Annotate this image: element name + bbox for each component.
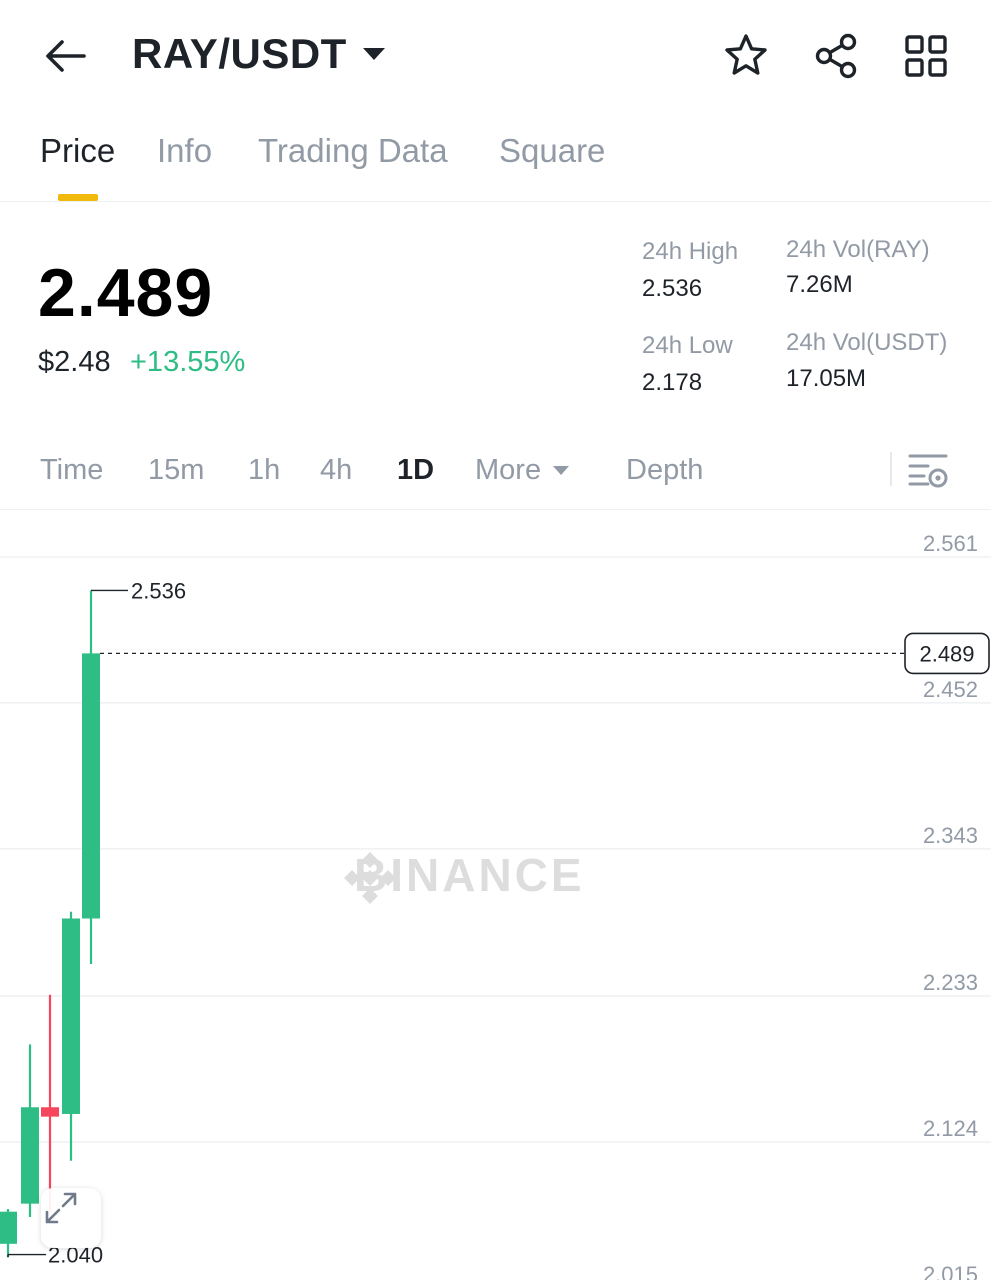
max-price-label: 2.536 — [131, 578, 186, 603]
y-tick-label: 2.343 — [923, 823, 978, 848]
interval-4h[interactable]: 4h — [320, 454, 352, 487]
interval-bar: Time 15m 1h 4h 1D More Depth — [0, 440, 991, 510]
candle-body — [21, 1107, 39, 1204]
vol-base-value: 7.26M — [786, 271, 853, 298]
top-bar: RAY/USDT — [0, 0, 991, 110]
dropdown-caret-icon — [362, 48, 385, 60]
y-tick-label: 2.452 — [923, 677, 978, 702]
high-label: 24h High — [642, 238, 739, 265]
candle-body — [82, 653, 100, 919]
pair-selector[interactable]: RAY/USDT — [132, 30, 385, 78]
price-usd: $2.48 — [38, 346, 111, 378]
y-tick-label: 2.124 — [923, 1116, 978, 1141]
favorite-button[interactable] — [720, 30, 772, 82]
y-tick-label: 2.561 — [923, 531, 978, 556]
chart-settings-icon — [908, 454, 948, 488]
section-tabs: Price Info Trading Data Square — [0, 120, 991, 202]
vol-base-label: 24h Vol(RAY) — [786, 236, 930, 263]
binance-watermark: BINANCE — [340, 848, 585, 904]
depth-tab[interactable]: Depth — [626, 454, 703, 487]
y-tick-label: 2.233 — [923, 970, 978, 995]
candle-body — [0, 1211, 17, 1244]
divider — [890, 452, 892, 486]
interval-more-label: More — [475, 454, 542, 486]
interval-15m[interactable]: 15m — [148, 454, 204, 487]
active-tab-indicator — [58, 194, 98, 201]
vol-quote-value: 17.05M — [786, 365, 867, 392]
tab-price[interactable]: Price — [40, 132, 115, 170]
vol-quote-label: 24h Vol(USDT) — [786, 329, 948, 356]
pair-title: RAY/USDT — [132, 30, 347, 77]
high-value: 2.536 — [642, 275, 703, 302]
price-change: +13.55% — [130, 346, 246, 378]
grid-icon — [905, 35, 947, 77]
candle-body — [41, 1107, 59, 1117]
interval-1d[interactable]: 1D — [397, 454, 434, 487]
back-button[interactable] — [36, 28, 92, 84]
binance-logo-icon — [344, 852, 396, 904]
interval-more[interactable]: More — [475, 454, 570, 487]
low-value: 2.178 — [642, 369, 703, 396]
tab-square[interactable]: Square — [499, 132, 605, 170]
current-price-label: 2.489 — [919, 641, 974, 666]
last-price: 2.489 — [38, 255, 214, 331]
candle-body — [62, 918, 80, 1114]
y-tick-label: 2.015 — [923, 1262, 978, 1280]
tab-info[interactable]: Info — [157, 132, 212, 170]
interval-time[interactable]: Time — [40, 454, 103, 487]
fullscreen-button[interactable] — [41, 1188, 101, 1248]
tab-trading-data[interactable]: Trading Data — [258, 132, 448, 170]
star-icon — [725, 34, 767, 75]
interval-1h[interactable]: 1h — [248, 454, 280, 487]
low-label: 24h Low — [642, 332, 733, 359]
share-button[interactable] — [810, 30, 862, 82]
expand-icon — [45, 1192, 77, 1224]
back-arrow-icon — [46, 40, 86, 72]
chevron-down-icon — [553, 466, 570, 475]
grid-menu-button[interactable] — [900, 30, 952, 82]
chart-settings-button[interactable] — [906, 448, 952, 494]
price-chart[interactable]: 2.561 2.452 2.343 2.233 2.124 2.015 2.536 2.040… — [0, 510, 991, 1280]
share-icon — [815, 33, 857, 79]
